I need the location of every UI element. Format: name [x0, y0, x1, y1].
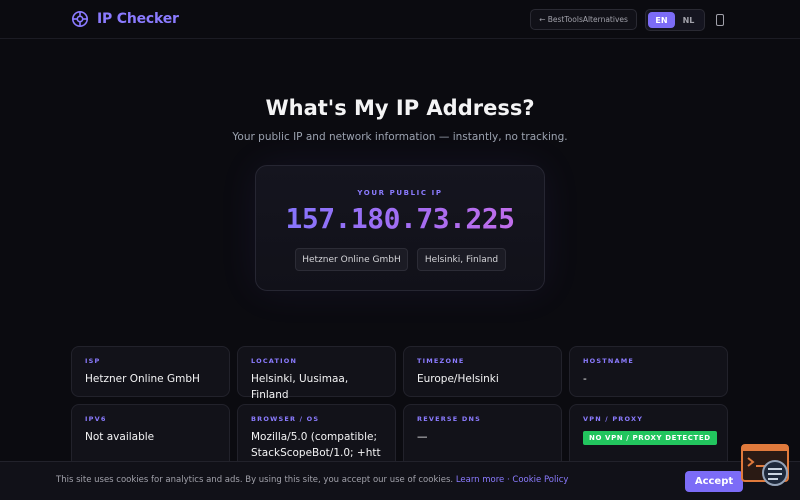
back-to-besttools-link[interactable]: ← BestToolsAlternatives	[530, 9, 637, 30]
cookie-consent-bar: This site uses cookies for analytics and…	[0, 461, 800, 500]
public-ip-card: YOUR PUBLIC IP 157.180.73.225 Hetzner On…	[255, 165, 545, 291]
cookie-message: This site uses cookies for analytics and…	[56, 475, 568, 485]
timezone-card: TIMEZONE Europe/Helsinki	[403, 346, 562, 397]
lang-nl-button[interactable]: NL	[675, 12, 702, 28]
location-label: LOCATION	[251, 357, 298, 365]
browser-os-label: BROWSER / OS	[251, 415, 320, 423]
vpn-proxy-label: VPN / PROXY	[583, 415, 644, 423]
brand-logo[interactable]: IP Checker	[71, 10, 179, 28]
public-ip-value[interactable]: 157.180.73.225	[256, 202, 544, 235]
hostname-label: HOSTNAME	[583, 357, 635, 365]
theme-toggle-icon[interactable]	[716, 14, 724, 26]
language-switcher: EN NL	[645, 9, 705, 31]
top-header: IP Checker ← BestToolsAlternatives EN NL	[0, 0, 800, 39]
brand-name: IP Checker	[97, 11, 179, 27]
cookie-policy-link[interactable]: Cookie Policy	[512, 475, 568, 485]
isp-card: ISP Hetzner Online GmbH	[71, 346, 230, 397]
reverse-dns-value: —	[417, 431, 428, 443]
cookie-text: This site uses cookies for analytics and…	[56, 475, 454, 485]
crosshair-globe-icon	[71, 10, 89, 28]
terminal-chat-icon[interactable]	[741, 444, 791, 488]
reverse-dns-label: REVERSE DNS	[417, 415, 482, 423]
page-title: What's My IP Address?	[265, 96, 535, 120]
hostname-card: HOSTNAME -	[569, 346, 728, 397]
location-card: LOCATION Helsinki, Uusimaa, Finland	[237, 346, 396, 401]
accept-cookies-button[interactable]: Accept	[685, 471, 743, 492]
isp-chip: Hetzner Online GmbH	[295, 248, 408, 271]
cookie-separator: ·	[507, 475, 510, 485]
timezone-label: TIMEZONE	[417, 357, 465, 365]
lang-en-button[interactable]: EN	[648, 12, 675, 28]
isp-label: ISP	[85, 357, 101, 365]
public-ip-label: YOUR PUBLIC IP	[357, 189, 443, 197]
page-subtitle: Your public IP and network information —…	[232, 131, 568, 143]
learn-more-link[interactable]: Learn more	[456, 475, 504, 485]
isp-value: Hetzner Online GmbH	[85, 373, 200, 385]
location-chip: Helsinki, Finland	[417, 248, 506, 271]
timezone-value: Europe/Helsinki	[417, 373, 499, 385]
vpn-status-badge: NO VPN / PROXY DETECTED	[583, 431, 717, 445]
hostname-value: -	[583, 373, 587, 385]
ipv6-label: IPV6	[85, 415, 107, 423]
location-value: Helsinki, Uusimaa, Finland	[251, 373, 349, 401]
ipv6-value: Not available	[85, 431, 155, 443]
